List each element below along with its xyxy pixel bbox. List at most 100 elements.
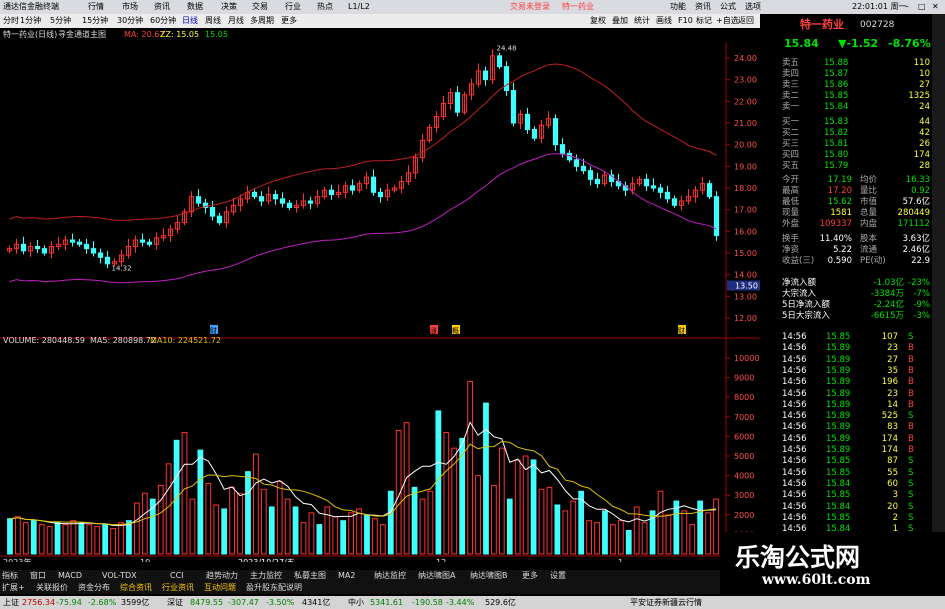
tool-overlay[interactable]: 叠加 (612, 14, 628, 28)
candle-body (209, 207, 216, 217)
volume-bar (189, 498, 196, 555)
period-60m[interactable]: 60分钟 (150, 14, 176, 28)
period-month[interactable]: 月线 (228, 14, 244, 28)
menu-item-0[interactable]: 行情 (88, 0, 104, 14)
x-axis-label: 2023年 (3, 557, 31, 562)
tick-time: 14:56 (782, 512, 807, 523)
event-marker: 概 (452, 326, 459, 335)
indicator-tab[interactable]: 私募主图 (294, 570, 326, 582)
extension-tab[interactable]: 资金分布 (78, 582, 110, 594)
stat-value: 2.46亿 (902, 245, 930, 255)
menu-func[interactable]: 功能 (670, 0, 686, 14)
indicator-tab[interactable]: MACD (58, 570, 82, 582)
panel-change: ▼-1.52 (838, 37, 879, 50)
login-status[interactable]: 交易未登录 (510, 0, 550, 14)
indicator-tab[interactable]: 纳达啸图B (470, 570, 508, 582)
period-more[interactable]: 更多 (281, 14, 297, 28)
indicator-tab[interactable]: 设置 (550, 570, 566, 582)
chart-indicator-name[interactable]: 寻金通道主图 (58, 28, 106, 42)
menu-formula[interactable]: 公式 (720, 0, 736, 14)
candle-body (139, 239, 146, 243)
stat-row: 最高 17.20 量比 0.92 (760, 186, 932, 197)
volume-bar (30, 520, 37, 555)
tool-fuquan[interactable]: 复权 (590, 14, 606, 28)
extension-tab[interactable]: 扩展+ (2, 582, 25, 594)
menu-options[interactable]: 选项 (745, 0, 761, 14)
menu-item-4[interactable]: 决策 (221, 0, 237, 14)
period-15m[interactable]: 15分钟 (82, 14, 108, 28)
candle-body (20, 243, 27, 252)
menu-item-7[interactable]: 热点 (317, 0, 333, 14)
close-icon[interactable]: ✕ (932, 0, 939, 14)
extension-tab[interactable]: 综合资讯 (120, 582, 152, 594)
volume-bar (387, 490, 394, 555)
indicator-tab[interactable]: 纳达啸图A (418, 570, 455, 582)
sz-volume: 4341亿 (302, 598, 331, 607)
extension-tab[interactable]: 关联报价 (36, 582, 68, 594)
broker-name: 平安证券新疆云行情 (630, 598, 702, 607)
volume-bar (62, 524, 69, 555)
candle-body (349, 185, 356, 191)
flow-pct: -23% (908, 278, 930, 288)
zx-index: 5341.61 (370, 598, 404, 607)
menu-item-6[interactable]: 行业 (285, 0, 301, 14)
tick-volume: 23 (887, 343, 898, 354)
minimize-icon[interactable]: – (905, 0, 909, 14)
flow-label: 净流入额 (782, 278, 817, 288)
period-30m[interactable]: 30分钟 (117, 14, 143, 28)
tick-side: S (908, 456, 914, 467)
menu-item-3[interactable]: 数据 (187, 0, 203, 14)
indicator-tab[interactable]: CCI (170, 570, 184, 582)
extension-tab[interactable]: 盈升股东配说明 (246, 582, 302, 594)
period-multi[interactable]: 多周期 (250, 14, 274, 28)
indicator-tab[interactable]: 窗口 (30, 570, 46, 582)
flow-label: 大宗流入 (782, 289, 817, 299)
indicator-tab[interactable]: 指标 (2, 570, 18, 582)
candle-body (90, 248, 97, 254)
zx-label: 中小 (348, 598, 364, 607)
period-week[interactable]: 周线 (205, 14, 221, 28)
volume-bar (308, 512, 315, 555)
side-vertical-tabs[interactable] (932, 14, 945, 562)
price-tick-label: 13.00 (734, 292, 757, 301)
sell-row: 卖三 15.86 27 (760, 80, 932, 91)
period-day[interactable]: 日线 (182, 14, 198, 28)
indicator-tab[interactable]: MA2 (338, 570, 355, 582)
kline-chart[interactable]: 24.00 23.00 22.00 21.00 20.00 19.00 18.00 17.00… (0, 42, 760, 567)
maximize-icon[interactable]: □ (918, 0, 926, 14)
tool-draw[interactable]: 画线 (656, 14, 672, 28)
menu-news[interactable]: 资讯 (695, 0, 711, 14)
tool-back[interactable]: 返回 (738, 14, 754, 28)
indicator-tab[interactable]: 纳达监控 (374, 570, 406, 582)
indicator-tab[interactable]: VOL-TDX (102, 570, 137, 582)
tick-side: S (908, 501, 914, 512)
stat-value: 0.590 (827, 256, 852, 266)
volume-bar (364, 514, 370, 555)
extension-tab[interactable]: 行业资讯 (162, 582, 194, 594)
tick-side: S (908, 332, 914, 342)
volume-bar (594, 522, 600, 555)
menu-item-8[interactable]: L1/L2 (348, 0, 370, 14)
tool-addfav[interactable]: +自选 (716, 14, 739, 28)
menu-item-5[interactable]: 交易 (252, 0, 268, 14)
indicator-tab[interactable]: 更多 (522, 570, 538, 582)
candle-body (643, 178, 650, 187)
period-fenshi[interactable]: 分时 (3, 14, 19, 28)
volume-bar (530, 459, 537, 555)
candle-body (496, 55, 503, 68)
flow-value: -2.24亿 (873, 300, 905, 310)
volume-bar (292, 506, 299, 555)
indicator-tab[interactable]: 趋势动力 (206, 570, 238, 582)
indicator-tab[interactable]: 主力监控 (250, 570, 282, 582)
period-5m[interactable]: 5分钟 (50, 14, 71, 28)
menu-item-2[interactable]: 资讯 (154, 0, 170, 14)
tool-f10[interactable]: F10 (678, 14, 693, 28)
tool-mark[interactable]: 标记 (696, 14, 712, 28)
volume-bar (522, 455, 529, 555)
tool-stats[interactable]: 统计 (634, 14, 650, 28)
x-axis-label: 2023/10/27/五 (238, 558, 295, 562)
menu-item-1[interactable]: 市场 (122, 0, 138, 14)
volume-bar (610, 524, 616, 555)
period-1m[interactable]: 1分钟 (20, 14, 41, 28)
extension-tab[interactable]: 互动问题 (204, 582, 236, 594)
